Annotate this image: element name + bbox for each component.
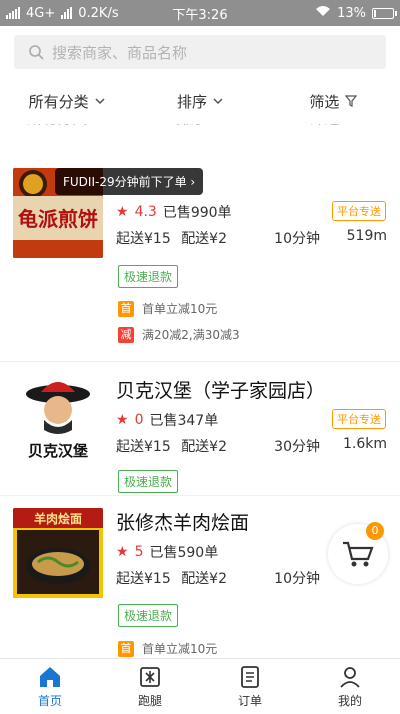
sort-filter-label: 排序	[176, 92, 207, 111]
shop-distance: 1.6km	[342, 436, 387, 452]
cart-icon	[343, 541, 374, 567]
category-filter[interactable]: 所有分类	[0, 91, 133, 112]
delivery-time: 30分钟	[274, 439, 320, 455]
shop-rating: 5	[134, 544, 144, 560]
delivery-time: 10分钟	[274, 571, 320, 587]
shop-rating: 4.3	[134, 204, 157, 220]
tab-orders-label: 订单	[237, 693, 262, 708]
battery-percent: 13%	[337, 5, 366, 21]
min-order: 起送¥15	[116, 571, 171, 587]
order-toast[interactable]: FUDII-29分钟前下了单 ›	[55, 168, 204, 195]
shop-rating-row: ★ 5 已售590单	[116, 542, 218, 562]
status-bar: 4G+ 0.2K/s 下午3:26 13%	[0, 0, 400, 26]
tab-errand[interactable]: 跑腿	[100, 659, 200, 714]
promo-text: 首单立减10元	[142, 302, 218, 316]
errand-icon	[140, 666, 160, 687]
promo-tag: 减	[118, 326, 134, 343]
signal-icon-2	[61, 7, 73, 19]
delivery-fee: 配送¥2	[181, 231, 228, 247]
network-type: 4G+	[26, 5, 56, 21]
refund-tag: 极速退款	[118, 604, 179, 627]
refund-tag: 极速退款	[118, 470, 179, 493]
cart-count: 0	[366, 522, 384, 540]
refund-tag: 极速退款	[118, 265, 179, 288]
search-input[interactable]: 搜索商家、商品名称	[14, 35, 386, 69]
logo-lettering: 贝克汉堡	[28, 442, 88, 460]
filter-bar: 所有分类 排序 筛选	[0, 78, 400, 124]
home-icon	[40, 666, 60, 687]
bottom-tab-bar: 首页 跑腿 订单 我的	[0, 658, 400, 714]
star-icon: ★	[116, 544, 129, 560]
star-icon: ★	[116, 412, 129, 428]
cart-button[interactable]: 0	[328, 522, 388, 584]
logo-lettering: 龟派煎饼	[18, 207, 98, 231]
shop-sold: 已售990单	[162, 205, 232, 221]
promo-tag: 首	[118, 640, 134, 657]
chevron-down-icon	[95, 98, 105, 104]
shop-fees: 起送¥15 配送¥2	[116, 228, 227, 248]
shop-list: 龟派煎饼 FUDII-29分钟前下了单 › ★ 4.3 已售990单 平台专送 …	[0, 138, 400, 658]
chevron-down-icon	[213, 98, 223, 104]
search-area: 搜索商家、商品名称	[0, 26, 400, 78]
shop-sold: 已售347单	[149, 413, 219, 429]
shop-fees: 起送¥15 配送¥2	[116, 568, 227, 588]
tab-profile[interactable]: 我的	[300, 659, 400, 714]
platform-badge: 平台专送	[332, 409, 386, 429]
promo-discount: 减 满20减2,满30减3	[118, 326, 240, 343]
tab-errand-label: 跑腿	[137, 693, 162, 708]
min-order: 起送¥15	[116, 439, 171, 455]
promo-tag: 首	[118, 300, 134, 317]
screen-filter-label: 筛选	[309, 92, 340, 111]
star-icon: ★	[116, 204, 129, 220]
delivery-fee: 配送¥2	[181, 439, 228, 455]
category-filter-label: 所有分类	[28, 92, 89, 111]
shop-rating-row: ★ 0 已售347单	[116, 410, 218, 430]
delivery-time: 10分钟	[274, 231, 320, 247]
tab-profile-label: 我的	[337, 693, 362, 708]
shop-rating: 0	[134, 412, 144, 428]
shop-card[interactable]: 龟派煎饼 FUDII-29分钟前下了单 › ★ 4.3 已售990单 平台专送 …	[0, 138, 400, 362]
search-icon	[29, 45, 44, 60]
min-order: 起送¥15	[116, 231, 171, 247]
search-placeholder: 搜索商家、商品名称	[52, 43, 188, 62]
promo-first-order: 首 首单立减10元	[118, 640, 217, 657]
promo-text: 首单立减10元	[142, 642, 218, 656]
shop-name: 贝克汉堡（学子家园店）	[116, 380, 326, 402]
screen-filter[interactable]: 筛选	[267, 91, 400, 112]
promo-text: 满20减2,满30减3	[142, 328, 240, 342]
network-speed: 0.2K/s	[78, 5, 119, 21]
tab-home-label: 首页	[37, 693, 62, 708]
profile-icon	[340, 666, 360, 688]
shop-card[interactable]: 贝克汉堡 贝克汉堡（学子家园店） ★ 0 已售347单 平台专送 起送¥15 配…	[0, 362, 400, 496]
shop-logo: 羊肉烩面	[13, 508, 103, 598]
shop-name: 张修杰羊肉烩面	[116, 512, 250, 534]
promo-first-order: 首 首单立减10元	[118, 300, 217, 317]
battery-icon	[372, 7, 397, 19]
delivery-fee: 配送¥2	[181, 571, 228, 587]
tab-home[interactable]: 首页	[0, 659, 100, 714]
sort-filter[interactable]: 排序	[133, 91, 266, 112]
platform-badge: 平台专送	[332, 201, 386, 221]
tab-orders[interactable]: 订单	[200, 659, 300, 714]
shop-fees: 起送¥15 配送¥2	[116, 436, 227, 456]
shop-sold: 已售590单	[149, 545, 219, 561]
signal-icon	[6, 7, 20, 19]
logo-lettering: 羊肉烩面	[34, 511, 82, 526]
shop-distance: 519m	[346, 228, 387, 244]
order-icon	[241, 665, 259, 688]
shop-logo: 贝克汉堡	[13, 372, 103, 462]
funnel-icon	[345, 95, 358, 107]
shop-rating-row: ★ 4.3 已售990单	[116, 202, 232, 222]
wifi-icon	[315, 5, 331, 21]
